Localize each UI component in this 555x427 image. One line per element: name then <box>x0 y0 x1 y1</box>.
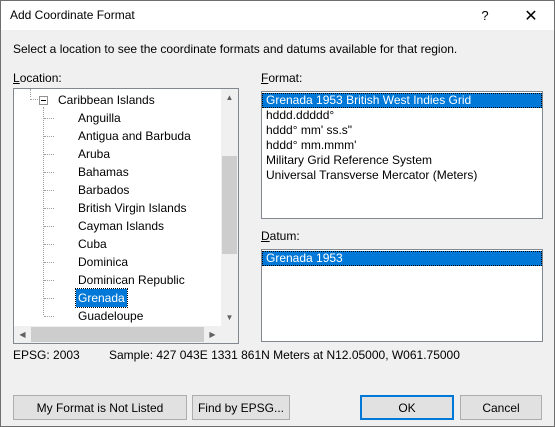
tree-item-selected[interactable]: Grenada <box>14 288 214 308</box>
tree-guide-line <box>44 316 54 317</box>
tree-item-label: Cayman Islands <box>78 219 165 233</box>
scrollbar-corner <box>221 326 238 343</box>
tree-item-label: Caribbean Islands <box>58 93 155 107</box>
help-icon: ? <box>481 8 489 23</box>
tree-item[interactable]: Anguilla <box>14 109 214 127</box>
tree-item-label: Grenada <box>75 288 128 308</box>
tree-guide-line <box>44 298 54 299</box>
tree-guide-line <box>44 118 54 119</box>
tree-item[interactable]: Bahamas <box>14 163 214 181</box>
datum-label: Datum: <box>261 229 300 243</box>
dialog-window: Add Coordinate Format ? ✕ Select a locat… <box>0 0 555 427</box>
tree-item[interactable]: Cuba <box>14 235 214 253</box>
format-list[interactable]: Grenada 1953 British West Indies Grid hd… <box>261 91 543 219</box>
list-item[interactable]: hddd.ddddd° <box>262 108 542 123</box>
window-title: Add Coordinate Format <box>10 8 135 22</box>
tree-item[interactable]: Aruba <box>14 145 214 163</box>
collapse-icon[interactable] <box>39 96 48 105</box>
tree-item[interactable]: Dominica <box>14 253 214 271</box>
tree-item[interactable]: Guadeloupe <box>14 307 214 325</box>
tree-guide-line <box>44 280 54 281</box>
scroll-thumb[interactable] <box>31 327 204 342</box>
datum-label-rest: atum: <box>269 229 300 243</box>
format-label-rest: ormat: <box>268 71 303 85</box>
tree-item-label: Antigua and Barbuda <box>78 129 191 143</box>
tree-item[interactable]: Cayman Islands <box>14 217 214 235</box>
format-label: Format: <box>261 71 302 85</box>
list-item[interactable]: Universal Transverse Mercator (Meters) <box>262 168 542 183</box>
scroll-thumb[interactable] <box>222 156 237 254</box>
tree-guide-line <box>44 190 54 191</box>
help-button[interactable]: ? <box>462 1 508 30</box>
tree-item-label: Anguilla <box>78 111 121 125</box>
close-icon: ✕ <box>524 7 538 25</box>
tree-item-label: Dominican Republic <box>78 273 185 287</box>
tree-guide-line <box>44 244 54 245</box>
tree-item-label: Barbados <box>78 183 130 197</box>
ok-button[interactable]: OK <box>360 395 454 420</box>
list-item-selected[interactable]: Grenada 1953 <box>262 251 542 266</box>
tree-item[interactable]: Barbados <box>14 181 214 199</box>
tree-guide-line <box>44 226 54 227</box>
tree-vertical-scrollbar[interactable]: ▲ ▼ <box>221 89 238 326</box>
tree-guide-line <box>44 154 54 155</box>
list-item-selected[interactable]: Grenada 1953 British West Indies Grid <box>262 93 542 108</box>
tree-item-label: Dominica <box>78 255 129 269</box>
sample-text: Sample: 427 043E 1331 861N Meters at N12… <box>109 348 460 362</box>
list-item[interactable]: hddd° mm' ss.s" <box>262 123 542 138</box>
location-label: Location: <box>13 71 62 85</box>
scroll-left-icon[interactable]: ◀ <box>14 326 31 343</box>
tree-item-caribbean-islands[interactable]: Caribbean Islands <box>14 91 214 109</box>
scroll-right-icon[interactable]: ▶ <box>204 326 221 343</box>
find-by-epsg-button[interactable]: Find by EPSG... <box>192 395 290 420</box>
tree-item[interactable]: Dominican Republic <box>14 271 214 289</box>
format-not-listed-button[interactable]: My Format is Not Listed <box>13 395 187 420</box>
tree-item-label: Guadeloupe <box>78 309 144 323</box>
tree-item[interactable]: Antigua and Barbuda <box>14 127 214 145</box>
list-item[interactable]: hddd° mm.mmm' <box>262 138 542 153</box>
tree-guide-line <box>44 208 54 209</box>
tree-item-label: Aruba <box>78 147 111 161</box>
scroll-down-icon[interactable]: ▼ <box>221 309 238 326</box>
location-tree[interactable]: Caribbean Islands Anguilla Antigua and B… <box>13 88 239 344</box>
tree-horizontal-scrollbar[interactable]: ◀ ▶ <box>14 326 221 343</box>
tree-item-label: British Virgin Islands <box>78 201 187 215</box>
title-bar: Add Coordinate Format ? ✕ <box>1 1 554 30</box>
scroll-up-icon[interactable]: ▲ <box>221 89 238 106</box>
instruction-text: Select a location to see the coordinate … <box>13 42 458 56</box>
location-label-accel: L <box>13 71 20 85</box>
tree-item-label: Cuba <box>78 237 107 251</box>
tree-item[interactable]: British Virgin Islands <box>14 199 214 217</box>
datum-list[interactable]: Grenada 1953 <box>261 249 543 342</box>
datum-label-accel: D <box>261 229 270 243</box>
epsg-code: EPSG: 2003 <box>13 348 80 362</box>
tree-guide-line <box>44 136 54 137</box>
tree-guide-line <box>44 262 54 263</box>
close-button[interactable]: ✕ <box>508 1 554 30</box>
tree-guide-line <box>44 172 54 173</box>
list-item[interactable]: Military Grid Reference System <box>262 153 542 168</box>
location-label-rest: ocation: <box>19 71 62 85</box>
cancel-button[interactable]: Cancel <box>460 395 542 420</box>
tree-item-label: Bahamas <box>78 165 129 179</box>
